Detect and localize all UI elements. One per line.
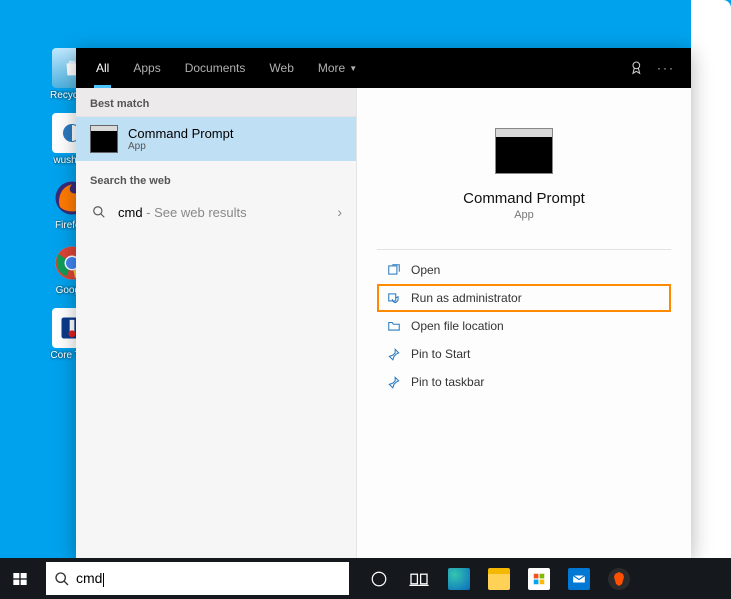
- folder-icon: [383, 319, 405, 333]
- web-result-text: cmd - See web results: [118, 205, 247, 220]
- search-panel-body: Best match Command Prompt App Search the…: [76, 88, 691, 558]
- web-suffix: - See web results: [143, 205, 247, 220]
- tab-label: Apps: [133, 61, 160, 75]
- open-icon: [383, 263, 405, 277]
- best-match-subtitle: App: [128, 141, 233, 152]
- tabs-right-controls: ···: [629, 60, 683, 76]
- cortana-icon[interactable]: [359, 558, 399, 599]
- best-match-text: Command Prompt App: [128, 126, 233, 152]
- tab-label: All: [96, 61, 109, 75]
- windows-logo-icon: [12, 571, 28, 587]
- web-result-item[interactable]: cmd - See web results ›: [76, 193, 356, 231]
- taskbar-search-box[interactable]: cmd: [46, 562, 349, 595]
- admin-shield-icon: [383, 291, 405, 305]
- app-preview-title: Command Prompt: [463, 190, 585, 207]
- app-preview-subtitle: App: [514, 209, 534, 221]
- start-button[interactable]: [0, 558, 40, 599]
- search-right-column: Command Prompt App Open Run as administr…: [356, 88, 691, 558]
- search-icon: [90, 203, 108, 221]
- web-query: cmd: [118, 205, 143, 220]
- command-prompt-large-icon: [495, 128, 553, 174]
- pin-icon: [383, 375, 405, 389]
- action-pin-to-start[interactable]: Pin to Start: [377, 340, 671, 368]
- tab-all[interactable]: All: [84, 48, 121, 88]
- pin-icon: [383, 347, 405, 361]
- search-results-panel: All Apps Documents Web More ▼ ··· Best ma…: [76, 48, 691, 558]
- taskbar-icons: [359, 558, 639, 599]
- action-label: Open: [411, 263, 440, 277]
- chevron-down-icon: ▼: [349, 64, 357, 73]
- action-label: Open file location: [411, 319, 504, 333]
- action-run-as-administrator[interactable]: Run as administrator: [377, 284, 671, 312]
- search-tabs: All Apps Documents Web More ▼ ···: [76, 48, 691, 88]
- action-label: Run as administrator: [411, 291, 522, 305]
- text-caret: [103, 573, 104, 587]
- task-view-icon[interactable]: [399, 558, 439, 599]
- search-value: cmd: [76, 570, 102, 586]
- action-open[interactable]: Open: [377, 256, 671, 284]
- action-label: Pin to Start: [411, 347, 470, 361]
- tab-documents[interactable]: Documents: [173, 48, 258, 88]
- search-the-web-header: Search the web: [76, 161, 356, 193]
- taskbar: cmd: [0, 558, 731, 599]
- best-match-header: Best match: [76, 88, 356, 117]
- taskbar-app-store[interactable]: [519, 558, 559, 599]
- taskbar-app-brave[interactable]: [599, 558, 639, 599]
- taskbar-app-explorer[interactable]: [479, 558, 519, 599]
- tab-more[interactable]: More ▼: [306, 48, 369, 88]
- taskbar-search-text: cmd: [76, 570, 341, 586]
- action-list: Open Run as administrator Open file loca…: [377, 256, 671, 396]
- best-match-title: Command Prompt: [128, 126, 233, 141]
- more-options-icon[interactable]: ···: [657, 61, 675, 75]
- desktop-screen: Recycle... wusho... Firefo... Goog... Co…: [0, 0, 731, 599]
- action-pin-to-taskbar[interactable]: Pin to taskbar: [377, 368, 671, 396]
- taskbar-app-edge[interactable]: [439, 558, 479, 599]
- tab-apps[interactable]: Apps: [121, 48, 172, 88]
- command-prompt-icon: [90, 125, 118, 153]
- best-match-item[interactable]: Command Prompt App: [76, 117, 356, 161]
- taskbar-app-mail[interactable]: [559, 558, 599, 599]
- rounded-edge-decor: [691, 0, 731, 599]
- search-left-column: Best match Command Prompt App Search the…: [76, 88, 356, 558]
- action-open-file-location[interactable]: Open file location: [377, 312, 671, 340]
- tab-label: Documents: [185, 61, 246, 75]
- action-label: Pin to taskbar: [411, 375, 484, 389]
- chevron-right-icon: ›: [337, 204, 342, 220]
- rewards-icon[interactable]: [629, 60, 645, 76]
- tab-label: More: [318, 61, 345, 75]
- tab-web[interactable]: Web: [257, 48, 305, 88]
- search-icon: [54, 571, 70, 587]
- divider: [377, 249, 671, 250]
- tab-label: Web: [269, 61, 293, 75]
